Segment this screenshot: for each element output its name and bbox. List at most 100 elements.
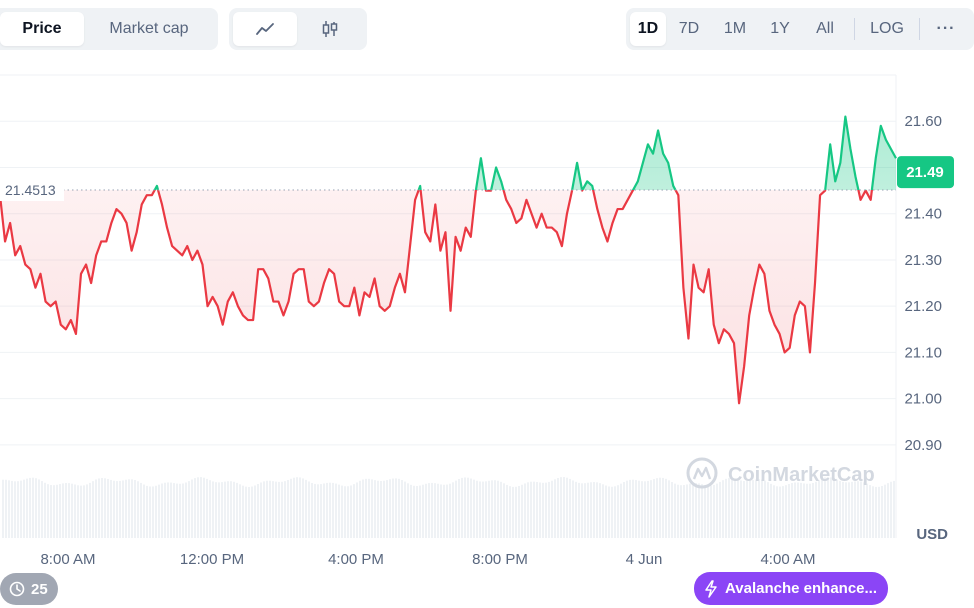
volume-bar xyxy=(599,483,601,538)
volume-bar xyxy=(557,478,559,538)
volume-bar xyxy=(677,484,679,538)
volume-bar xyxy=(98,478,100,538)
volume-bar xyxy=(65,483,67,538)
volume-bar xyxy=(38,479,40,538)
volume-bar xyxy=(890,481,892,538)
volume-bar xyxy=(488,480,490,538)
volume-bar xyxy=(758,479,760,538)
volume-bar xyxy=(398,478,400,538)
volume-bar xyxy=(161,483,163,538)
volume-bar xyxy=(515,486,517,538)
history-icon xyxy=(9,581,25,597)
volume-bar xyxy=(302,478,304,538)
volume-bar xyxy=(338,484,340,538)
volume-bar xyxy=(377,480,379,538)
volume-bar xyxy=(461,477,463,538)
volume-bar xyxy=(347,486,349,538)
x-tick-label: 4 Jun xyxy=(626,551,663,568)
volume-bar xyxy=(155,485,157,538)
volume-bar xyxy=(848,482,850,538)
volume-bar xyxy=(341,485,343,538)
volume-bar xyxy=(170,482,172,538)
volume-bar xyxy=(296,477,298,538)
volume-bar xyxy=(503,483,505,538)
volume-bar xyxy=(743,481,745,538)
volume-bar xyxy=(842,481,844,538)
volume-bar xyxy=(116,481,118,538)
volume-bar xyxy=(380,481,382,538)
volume-bar xyxy=(275,481,277,538)
volume-bar xyxy=(824,477,826,538)
history-badge[interactable]: 25 xyxy=(0,573,58,605)
volume-bar xyxy=(617,485,619,538)
volume-bar xyxy=(11,480,13,538)
volume-bar xyxy=(602,484,604,538)
volume-bar xyxy=(206,478,208,538)
volume-bar xyxy=(227,481,229,538)
volume-bar xyxy=(590,482,592,538)
volume-bar xyxy=(89,482,91,538)
volume-bar xyxy=(455,480,457,538)
volume-bar xyxy=(305,479,307,538)
volume-bar xyxy=(56,484,58,538)
volume-bar xyxy=(167,482,169,538)
volume-bar xyxy=(869,485,871,538)
volume-bar xyxy=(263,481,265,538)
volume-bar xyxy=(47,484,49,538)
volume-bar xyxy=(674,483,676,538)
volume-bar xyxy=(851,481,853,538)
volume-bar xyxy=(440,484,442,538)
volume-bar xyxy=(563,477,565,538)
volume-bar xyxy=(836,479,838,538)
volume-bar xyxy=(122,480,124,538)
volume-bar xyxy=(782,486,784,538)
y-tick-label: 21.20 xyxy=(904,298,942,315)
volume-bar xyxy=(413,485,415,538)
volume-bar xyxy=(14,481,16,538)
volume-bar xyxy=(695,483,697,538)
volume-bar xyxy=(119,480,121,538)
volume-bar xyxy=(668,480,670,538)
avalanche-notice-label: Avalanche enhance... xyxy=(725,580,878,597)
avalanche-notice-button[interactable]: Avalanche enhance... xyxy=(694,572,888,605)
volume-bar xyxy=(140,482,142,538)
volume-bar xyxy=(659,477,661,538)
volume-bar xyxy=(785,485,787,538)
volume-bar xyxy=(350,485,352,538)
volume-bar xyxy=(419,485,421,538)
coinmarketcap-logo-icon xyxy=(686,457,718,489)
price-chart[interactable]: CoinMarketCap 21.6021.5021.4021.3021.202… xyxy=(0,0,974,608)
volume-bar xyxy=(362,479,364,538)
volume-bar xyxy=(701,484,703,538)
volume-bar xyxy=(611,486,613,538)
volume-bar xyxy=(638,480,640,538)
volume-bar xyxy=(551,480,553,538)
volume-bar xyxy=(62,483,64,538)
volume-bar xyxy=(53,485,55,538)
volume-bar xyxy=(671,482,673,538)
volume-bar xyxy=(608,486,610,538)
volume-bar xyxy=(491,480,493,538)
volume-bar xyxy=(149,486,151,538)
volume-bar xyxy=(749,480,751,538)
volume-bar xyxy=(518,486,520,538)
volume-bar xyxy=(512,486,514,538)
volume-bar xyxy=(578,482,580,538)
volume-bar xyxy=(533,481,535,538)
volume-bar xyxy=(527,482,529,538)
volume-bar xyxy=(2,479,4,538)
volume-bar xyxy=(254,485,256,538)
volume-bar xyxy=(737,479,739,538)
volume-bar xyxy=(383,480,385,538)
volume-bar xyxy=(731,478,733,538)
volume-bar xyxy=(395,478,397,538)
volume-bar xyxy=(584,483,586,538)
volume-bar xyxy=(293,477,295,538)
volume-bar xyxy=(881,486,883,538)
volume-bar xyxy=(323,483,325,538)
volume-bar xyxy=(554,479,556,538)
volume-bar xyxy=(521,484,523,538)
volume-bar xyxy=(5,479,7,538)
volume-bar xyxy=(581,483,583,538)
volume-bar xyxy=(623,482,625,538)
